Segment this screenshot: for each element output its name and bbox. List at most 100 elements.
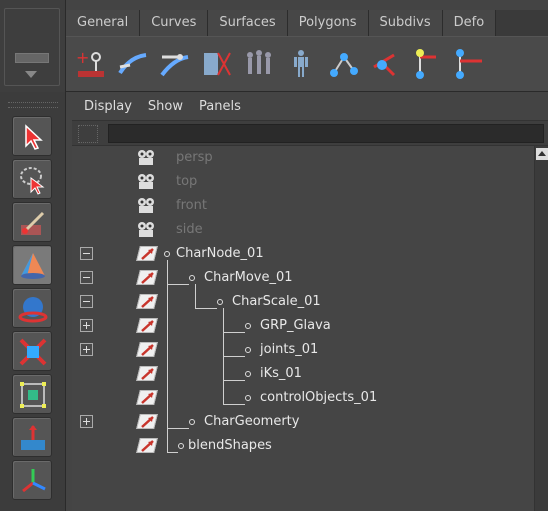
hierarchy-node-dot	[164, 251, 170, 257]
outliner-item-top[interactable]: top	[72, 170, 534, 194]
show-manipulator-tool-button[interactable]	[12, 460, 52, 500]
hierarchy-node-dot	[245, 347, 251, 353]
outliner-item-label: CharGeomerty	[204, 414, 300, 429]
collapse-toggle-icon[interactable]	[80, 271, 93, 284]
outliner-item-charscale[interactable]: CharScale_01	[72, 290, 534, 314]
outliner-panel: Display Show Panels persp top front side…	[72, 92, 548, 511]
manipulator-tool-button[interactable]	[12, 374, 52, 414]
outliner-item-joints[interactable]: joints_01	[72, 338, 534, 362]
shelf-menu-icon[interactable]	[15, 53, 49, 63]
shelf-side-panel	[0, 0, 66, 92]
shelf-tab-bar: General Curves Surfaces Polygons Subdivs…	[66, 10, 548, 36]
cone-icon	[21, 253, 45, 279]
cube-icon	[19, 338, 47, 366]
tab-subdivs[interactable]: Subdivs	[368, 10, 443, 36]
outliner-item-label: top	[176, 174, 198, 189]
camera-icon	[138, 150, 154, 165]
paint-brush-icon	[21, 211, 45, 235]
tab-deformation[interactable]: Defo	[442, 10, 497, 36]
skeleton-bind-icon[interactable]	[200, 47, 234, 81]
outliner-scrollbar[interactable]	[534, 146, 548, 511]
outliner-item-label: GRP_Glava	[260, 318, 331, 333]
toolbox	[0, 92, 66, 511]
outliner-item-controlobjects[interactable]: controlObjects_01	[72, 386, 534, 410]
tab-surfaces[interactable]: Surfaces	[208, 10, 288, 36]
outliner-item-label: CharNode_01	[176, 246, 264, 261]
transform-node-icon	[136, 341, 158, 359]
lasso-icon	[20, 167, 45, 195]
ik-handle-icon[interactable]	[368, 47, 402, 81]
camera-icon	[138, 222, 154, 237]
hierarchy-node-dot	[245, 371, 251, 377]
bounding-box-icon	[20, 382, 46, 408]
tab-general[interactable]: General	[66, 10, 141, 36]
transform-node-icon	[136, 365, 158, 383]
outliner-item-front[interactable]: front	[72, 194, 534, 218]
outliner-item-label: CharScale_01	[232, 294, 321, 309]
outliner-item-grp-glava[interactable]: GRP_Glava	[72, 314, 534, 338]
outliner-item-charnode[interactable]: CharNode_01	[72, 242, 534, 266]
soft-modification-tool-button[interactable]	[12, 417, 52, 457]
shelf-grip[interactable]	[4, 8, 60, 86]
tab-curves[interactable]: Curves	[140, 10, 209, 36]
paint-select-tool-button[interactable]	[12, 202, 52, 242]
soft-mod-icon	[21, 425, 45, 450]
transform-node-icon	[136, 293, 158, 311]
transform-node-icon	[136, 317, 158, 335]
svg-text:+: +	[76, 48, 89, 67]
expand-toggle-icon[interactable]	[80, 343, 93, 356]
camera-icon	[138, 198, 154, 213]
outliner-item-label: iKs_01	[260, 366, 302, 381]
collapse-toggle-icon[interactable]	[80, 295, 93, 308]
move-tool-button[interactable]	[12, 245, 52, 285]
hierarchy-node-dot	[245, 323, 251, 329]
outliner-item-charmove[interactable]: CharMove_01	[72, 266, 534, 290]
outliner-item-label: persp	[176, 150, 213, 165]
expand-toggle-icon[interactable]	[80, 319, 93, 332]
key-curve-icon[interactable]	[158, 47, 192, 81]
outliner-item-blendshapes[interactable]: blendShapes	[72, 434, 534, 458]
outliner-tree: persp top front side CharNode_01 CharMov…	[72, 146, 548, 511]
joint-tool-icon[interactable]	[326, 47, 360, 81]
menu-panels[interactable]: Panels	[199, 99, 241, 114]
axis-manipulator-icon	[22, 469, 46, 493]
shelf-icon-bar: +	[66, 36, 548, 92]
outliner-item-label: front	[176, 198, 207, 213]
sphere-icon	[18, 297, 48, 323]
create-character-set-icon[interactable]: +	[74, 47, 108, 81]
hierarchy-node-dot	[245, 395, 251, 401]
hierarchy-node-dot	[217, 299, 223, 305]
hierarchy-node-dot	[178, 443, 184, 449]
outliner-item-side[interactable]: side	[72, 218, 534, 242]
transform-node-icon	[136, 413, 158, 431]
outliner-item-label: joints_01	[260, 342, 319, 357]
joint-chain-icon[interactable]	[452, 47, 486, 81]
tab-polygons[interactable]: Polygons	[287, 10, 369, 36]
outliner-item-persp[interactable]: persp	[72, 146, 534, 170]
hierarchy-node-dot	[189, 419, 195, 425]
lasso-tool-button[interactable]	[12, 159, 52, 199]
characters-group-icon[interactable]	[242, 47, 276, 81]
filter-icon[interactable]	[78, 125, 98, 143]
set-key-icon[interactable]	[116, 47, 150, 81]
character-figure-icon[interactable]	[284, 47, 318, 81]
arrow-cursor-icon	[25, 124, 43, 150]
expand-toggle-icon[interactable]	[80, 415, 93, 428]
shelf-dropdown-arrow-icon[interactable]	[25, 71, 37, 78]
scroll-up-arrow-icon[interactable]	[536, 148, 548, 160]
outliner-item-label: controlObjects_01	[260, 390, 378, 405]
toolbox-grip[interactable]	[8, 102, 58, 108]
menu-display[interactable]: Display	[84, 99, 132, 114]
transform-node-icon	[136, 269, 158, 287]
outliner-item-chargeomerty[interactable]: CharGeomerty	[72, 410, 534, 434]
collapse-toggle-icon[interactable]	[80, 247, 93, 260]
outliner-item-iks[interactable]: iKs_01	[72, 362, 534, 386]
rotate-tool-button[interactable]	[12, 288, 52, 328]
transform-node-icon	[136, 389, 158, 407]
ik-spline-icon[interactable]	[410, 47, 444, 81]
select-tool-button[interactable]	[12, 116, 52, 156]
transform-node-icon	[136, 437, 158, 455]
scale-tool-button[interactable]	[12, 331, 52, 371]
outliner-search-input[interactable]	[108, 124, 544, 143]
menu-show[interactable]: Show	[148, 99, 183, 114]
